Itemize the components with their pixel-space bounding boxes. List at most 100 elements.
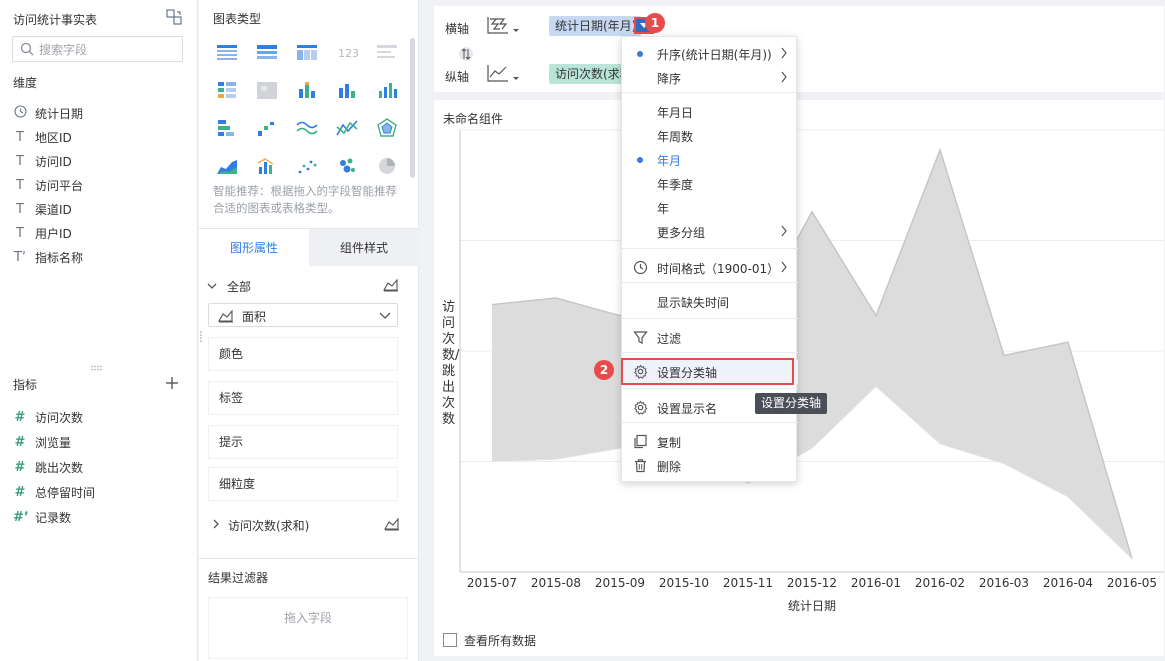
dimension-field-label: 统计日期 — [35, 106, 84, 121]
measure-field[interactable]: #ʼ 记录数 — [13, 507, 71, 527]
panel-resize-handle[interactable] — [90, 365, 104, 371]
menu-item-ymd[interactable]: 年月日 — [622, 100, 798, 124]
resize-grip-icon[interactable] — [199, 330, 203, 344]
bar-icon[interactable] — [335, 79, 359, 101]
chevron-right-icon — [781, 71, 787, 83]
show-all-data-checkbox[interactable] — [443, 633, 457, 647]
kpi-card-icon[interactable]: 123 — [335, 41, 359, 63]
chart-types-scrollbar[interactable] — [410, 38, 415, 178]
dimension-field[interactable]: 统计日期 — [13, 103, 83, 123]
menu-item-ascending[interactable]: 升序(统计日期(年月)) — [622, 42, 798, 66]
field-panel: 访问统计事实表 维度 统计日期 T 地区ID T 访问ID T 访问平台 T 渠道ID T 用户ID… — [0, 0, 198, 661]
stacked-bar-icon[interactable] — [295, 79, 319, 101]
dimension-field[interactable]: T 访问ID — [13, 151, 72, 171]
selected-dot-icon — [637, 157, 643, 163]
tooltip-property[interactable]: 提示 — [208, 425, 398, 459]
y-axis-type-icon[interactable] — [486, 62, 522, 86]
number-field-icon: # — [14, 459, 26, 475]
detail-table-icon[interactable] — [295, 41, 319, 63]
range-bar-icon[interactable] — [215, 117, 239, 139]
field-context-menu: 升序(统计日期(年月)) 降序年月日年周数年月 年季度年更多分组时间格式（1900-… — [621, 36, 798, 482]
chart-types-header: 图表类型 — [213, 12, 262, 26]
color-property[interactable]: 颜色 — [208, 337, 398, 371]
x-tick-label: 2015-10 — [659, 576, 709, 590]
x-tick-label: 2015-11 — [723, 576, 773, 590]
menu-item-show-missing[interactable]: 显示缺失时间 — [622, 290, 798, 314]
dimension-field[interactable]: T 地区ID — [13, 127, 72, 147]
shape-select-value: 面积 — [242, 310, 267, 324]
measure-field[interactable]: # 总停留时间 — [13, 482, 95, 502]
field-search[interactable] — [12, 36, 183, 62]
property-tabs: 图形属性 组件样式 — [199, 228, 419, 266]
menu-item-year-month[interactable]: 年月 — [622, 148, 798, 172]
chevron-right-icon — [781, 47, 787, 59]
chart-shape-select[interactable]: 面积 — [208, 303, 398, 327]
menu-item-year[interactable]: 年 — [622, 196, 798, 220]
x-axis-type-icon[interactable] — [486, 14, 522, 38]
menu-item-year-week[interactable]: 年周数 — [622, 124, 798, 148]
grouped-table-icon[interactable] — [215, 79, 239, 101]
waterfall-icon[interactable] — [255, 117, 279, 139]
column-icon[interactable] — [375, 79, 399, 101]
menu-item-more-groups[interactable]: 更多分组 — [622, 220, 798, 244]
menu-separator — [622, 388, 798, 389]
menu-item-delete[interactable]: 删除 — [622, 454, 798, 478]
multi-line-icon[interactable] — [295, 117, 319, 139]
scatter-icon[interactable] — [295, 155, 319, 177]
tab-component-style[interactable]: 组件样式 — [309, 229, 419, 266]
combo-icon[interactable] — [255, 155, 279, 177]
area-chart-icon — [384, 517, 399, 531]
cross-table-icon[interactable] — [255, 41, 279, 63]
tab-graph-properties[interactable]: 图形属性 — [199, 229, 309, 266]
measure-field-label: 跳出次数 — [35, 460, 84, 475]
text-icon[interactable] — [375, 41, 399, 63]
dimension-field[interactable]: T 渠道ID — [13, 199, 72, 219]
measure-field[interactable]: # 访问次数 — [13, 407, 83, 427]
dimension-field[interactable]: T 用户ID — [13, 223, 72, 243]
menu-item-year-quarter[interactable]: 年季度 — [622, 172, 798, 196]
measure-field[interactable]: # 浏览量 — [13, 432, 71, 452]
radar-icon[interactable] — [375, 117, 399, 139]
menu-item-label: 更多分组 — [657, 226, 706, 240]
menu-item-descending[interactable]: 降序 — [622, 66, 798, 90]
dimension-field[interactable]: T 访问平台 — [13, 175, 83, 195]
x-axis-title: 统计日期 — [788, 599, 836, 613]
area-chart: 2015-07 2015-08 2015-09 2015-10 2015-11 2015-… — [459, 129, 1164, 613]
all-label: 全部 — [227, 280, 252, 294]
granularity-property[interactable]: 细粒度 — [208, 467, 398, 501]
measure-field[interactable]: # 跳出次数 — [13, 457, 83, 477]
filter-icon — [633, 331, 648, 344]
menu-item-filter[interactable]: 过滤 — [622, 326, 798, 350]
search-icon — [20, 42, 34, 56]
add-measure-icon[interactable] — [165, 376, 179, 390]
show-all-data-label: 查看所有数据 — [464, 634, 537, 648]
area-chart-icon — [218, 309, 233, 323]
chevron-right-icon — [781, 261, 787, 273]
x-tick-label: 2015-08 — [531, 576, 581, 590]
area-icon[interactable] — [215, 155, 239, 177]
pie-icon[interactable] — [375, 155, 399, 177]
menu-item-time-format[interactable]: 时间格式（1900-01） — [622, 256, 798, 280]
highlight-box — [621, 358, 794, 385]
drop-hint: 拖入字段 — [283, 611, 332, 625]
heatmap-icon[interactable] — [255, 79, 279, 101]
swap-axes-icon[interactable] — [459, 46, 473, 62]
label-property[interactable]: 标签 — [208, 381, 398, 415]
menu-item-copy[interactable]: 复制 — [622, 430, 798, 454]
all-section-header[interactable]: 全部 — [207, 276, 399, 296]
measures-header: 指标 — [13, 378, 38, 392]
bubble-icon[interactable] — [335, 155, 359, 177]
dimension-field[interactable]: Tʼ 指标名称 — [13, 247, 83, 267]
menu-separator — [622, 248, 798, 249]
divider — [199, 558, 419, 559]
x-tick-label: 2015-07 — [467, 576, 517, 590]
x-axis-field-pill[interactable]: 统计日期(年月) — [549, 16, 641, 36]
filter-drop-zone[interactable]: 拖入字段 — [208, 597, 408, 659]
menu-item-label: 年周数 — [657, 130, 694, 144]
measure-property-row[interactable]: 访问次数(求和) — [208, 514, 400, 536]
search-input[interactable] — [39, 41, 179, 58]
table-icon[interactable] — [215, 41, 239, 63]
line-icon[interactable] — [335, 117, 359, 139]
text-field-icon: T — [16, 201, 24, 217]
switch-dataset-icon[interactable] — [166, 9, 182, 25]
